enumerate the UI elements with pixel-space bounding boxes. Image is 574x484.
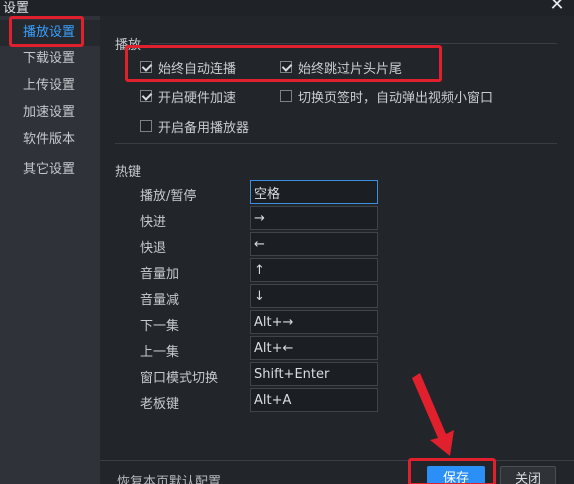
hotkey-label-volume-down: 音量减 (140, 293, 180, 308)
auto-play-checkbox[interactable] (140, 61, 152, 73)
settings-panel: 播放 始终自动连播 始终跳过片头片尾 开启硬件加速 切换页签时，自动弹出视频小窗… (100, 16, 574, 484)
sidebar-item-accelerate[interactable]: 加速设置 (0, 100, 100, 126)
hotkey-input-next-episode[interactable] (250, 310, 378, 334)
hotkey-input-previous-episode[interactable] (250, 336, 378, 360)
hotkey-label-boss-key: 老板键 (140, 397, 180, 412)
close-button[interactable]: 关闭 (500, 466, 556, 484)
hotkey-label-volume-up: 音量加 (140, 267, 180, 282)
hotkeys-section-title: 热键 (115, 165, 142, 180)
hotkey-label-rewind: 快退 (140, 241, 167, 256)
mini-window-checkbox[interactable] (280, 90, 292, 102)
restore-defaults-link[interactable]: 恢复本页默认配置 (117, 471, 221, 484)
hotkey-label-play-pause: 播放/暂停 (140, 189, 197, 204)
window-title: 设置 (3, 1, 30, 16)
hotkey-input-play-pause[interactable] (250, 180, 378, 204)
hotkey-label-previous-episode: 上一集 (140, 345, 180, 360)
hardware-acceleration-option[interactable]: 开启硬件加速 (140, 87, 237, 106)
backup-player-option[interactable]: 开启备用播放器 (140, 117, 250, 136)
sidebar-item-download[interactable]: 下载设置 (0, 46, 100, 72)
playback-section-title: 播放 (115, 38, 142, 53)
sidebar-item-version[interactable]: 软件版本 (0, 127, 100, 153)
sidebar-item-upload[interactable]: 上传设置 (0, 73, 100, 99)
hotkey-label-window-mode: 窗口模式切换 (140, 371, 219, 386)
sidebar-item-playback[interactable]: 播放设置 (0, 20, 100, 46)
hotkey-input-window-mode[interactable] (250, 362, 378, 386)
backup-player-checkbox[interactable] (140, 120, 152, 132)
hardware-acceleration-label: 开启硬件加速 (158, 90, 237, 106)
skip-intro-outro-option[interactable]: 始终跳过片头片尾 (280, 58, 403, 77)
hotkey-label-fast-forward: 快进 (140, 215, 167, 230)
mini-window-label: 切换页签时，自动弹出视频小窗口 (298, 90, 494, 106)
hotkey-input-rewind[interactable] (250, 232, 378, 256)
close-icon[interactable]: ✕ (548, 0, 566, 14)
title-bar: 设置 ✕ (0, 0, 574, 16)
sidebar: 播放设置 下载设置 上传设置 加速设置 软件版本 其它设置 (0, 16, 100, 484)
auto-play-option[interactable]: 始终自动连播 (140, 58, 237, 77)
hardware-acceleration-checkbox[interactable] (140, 90, 152, 102)
backup-player-label: 开启备用播放器 (158, 120, 250, 136)
auto-play-label: 始终自动连播 (158, 61, 237, 77)
hotkey-input-boss-key[interactable] (250, 388, 378, 412)
hotkey-input-fast-forward[interactable] (250, 206, 378, 230)
hotkey-label-next-episode: 下一集 (140, 319, 180, 334)
footer: 恢复本页默认配置 保存 关闭 (100, 460, 574, 484)
hotkey-input-volume-up[interactable] (250, 258, 378, 282)
mini-window-option[interactable]: 切换页签时，自动弹出视频小窗口 (280, 87, 494, 106)
section-divider (150, 43, 557, 44)
section-divider (115, 143, 557, 144)
skip-intro-outro-label: 始终跳过片头片尾 (298, 61, 403, 77)
sidebar-item-other[interactable]: 其它设置 (0, 157, 100, 183)
hotkey-input-volume-down[interactable] (250, 284, 378, 308)
save-button[interactable]: 保存 (427, 466, 485, 484)
skip-intro-outro-checkbox[interactable] (280, 61, 292, 73)
